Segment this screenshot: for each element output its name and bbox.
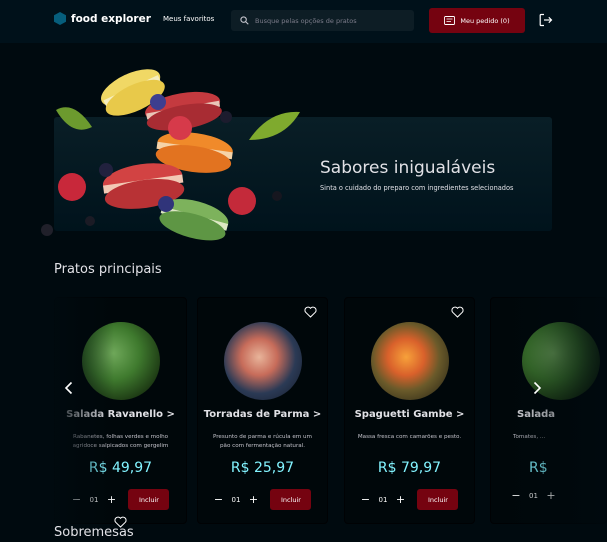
chevron-left-icon[interactable]: [64, 381, 74, 395]
dish-name[interactable]: Salada Ravanello >: [55, 409, 186, 420]
quantity-value: 01: [378, 495, 388, 504]
receipt-icon: [444, 16, 456, 25]
dish-price: R$ 79,97: [377, 460, 442, 476]
quantity-value: 01: [529, 491, 538, 500]
search-icon: [240, 16, 249, 25]
quantity-stepper: − 01 + Incluir: [55, 489, 186, 510]
quantity-stepper: − 01 +: [491, 489, 606, 502]
minus-button[interactable]: −: [361, 493, 371, 506]
dish-price: R$: [529, 460, 548, 476]
hexagon-logo-icon: [54, 12, 66, 25]
logout-icon[interactable]: [539, 13, 553, 27]
my-order-label: Meu pedido (0): [460, 16, 510, 25]
search-bar[interactable]: [231, 10, 414, 31]
dish-image-toast[interactable]: [223, 322, 302, 400]
minus-button[interactable]: −: [511, 489, 521, 502]
my-order-button[interactable]: Meu pedido (0): [429, 8, 525, 33]
include-button[interactable]: Incluir: [270, 489, 312, 510]
quantity-stepper: − 01 + Incluir: [198, 489, 327, 510]
chevron-right-icon[interactable]: [532, 381, 542, 395]
plus-button[interactable]: +: [248, 493, 258, 506]
heart-icon[interactable]: [304, 306, 317, 318]
dish-image-spaghetti[interactable]: [370, 322, 449, 400]
section-title-desserts: Sobremesas: [54, 525, 134, 540]
heart-icon[interactable]: [451, 306, 464, 318]
top-header: food explorer Meus favoritos Meu pedido …: [0, 0, 607, 43]
plus-button[interactable]: +: [106, 493, 116, 506]
dish-card[interactable]: Salada Ravanello > Rabanetes, folhas ver…: [54, 297, 187, 524]
logo-text: food explorer: [71, 12, 151, 25]
logo[interactable]: food explorer: [54, 12, 151, 25]
dish-description: Presunto de parma e rúcula em um pão com…: [212, 434, 312, 449]
search-input[interactable]: [255, 16, 405, 25]
minus-button[interactable]: −: [72, 493, 82, 506]
dish-description: Massa fresca com camarões e pesto.: [357, 434, 462, 440]
favorites-link[interactable]: Meus favoritos: [163, 15, 214, 23]
dish-card[interactable]: Salada Tomates, ... R$ − 01 +: [490, 297, 607, 524]
dish-name[interactable]: Spaguetti Gambe >: [345, 409, 474, 420]
include-button[interactable]: Incluir: [417, 489, 459, 510]
minus-button[interactable]: −: [214, 493, 224, 506]
dish-image-salad[interactable]: [81, 322, 160, 400]
section-title-main-dishes: Pratos principais: [54, 262, 162, 277]
dish-name[interactable]: Salada: [491, 409, 606, 420]
quantity-value: 01: [89, 495, 99, 504]
quantity-stepper: − 01 + Incluir: [345, 489, 474, 510]
dish-description: Tomates, ...: [513, 434, 546, 440]
include-button[interactable]: Incluir: [128, 489, 170, 510]
dish-card[interactable]: Torradas de Parma > Presunto de parma e …: [197, 297, 328, 524]
banner-subtitle: Sinta o cuidado do preparo com ingredien…: [320, 184, 514, 192]
plus-button[interactable]: +: [546, 489, 556, 502]
plus-button[interactable]: +: [395, 493, 405, 506]
dish-price: R$ 25,97: [230, 460, 295, 476]
dish-name[interactable]: Torradas de Parma >: [198, 409, 327, 420]
dish-card[interactable]: Spaguetti Gambe > Massa fresca com camar…: [344, 297, 475, 524]
banner-title: Sabores inigualáveis: [320, 158, 496, 178]
dish-price: R$ 49,97: [88, 460, 153, 476]
quantity-value: 01: [231, 495, 241, 504]
macarons-illustration: [41, 69, 300, 241]
dish-description: Rabanetes, folhas verdes e molho agridoc…: [72, 434, 169, 449]
